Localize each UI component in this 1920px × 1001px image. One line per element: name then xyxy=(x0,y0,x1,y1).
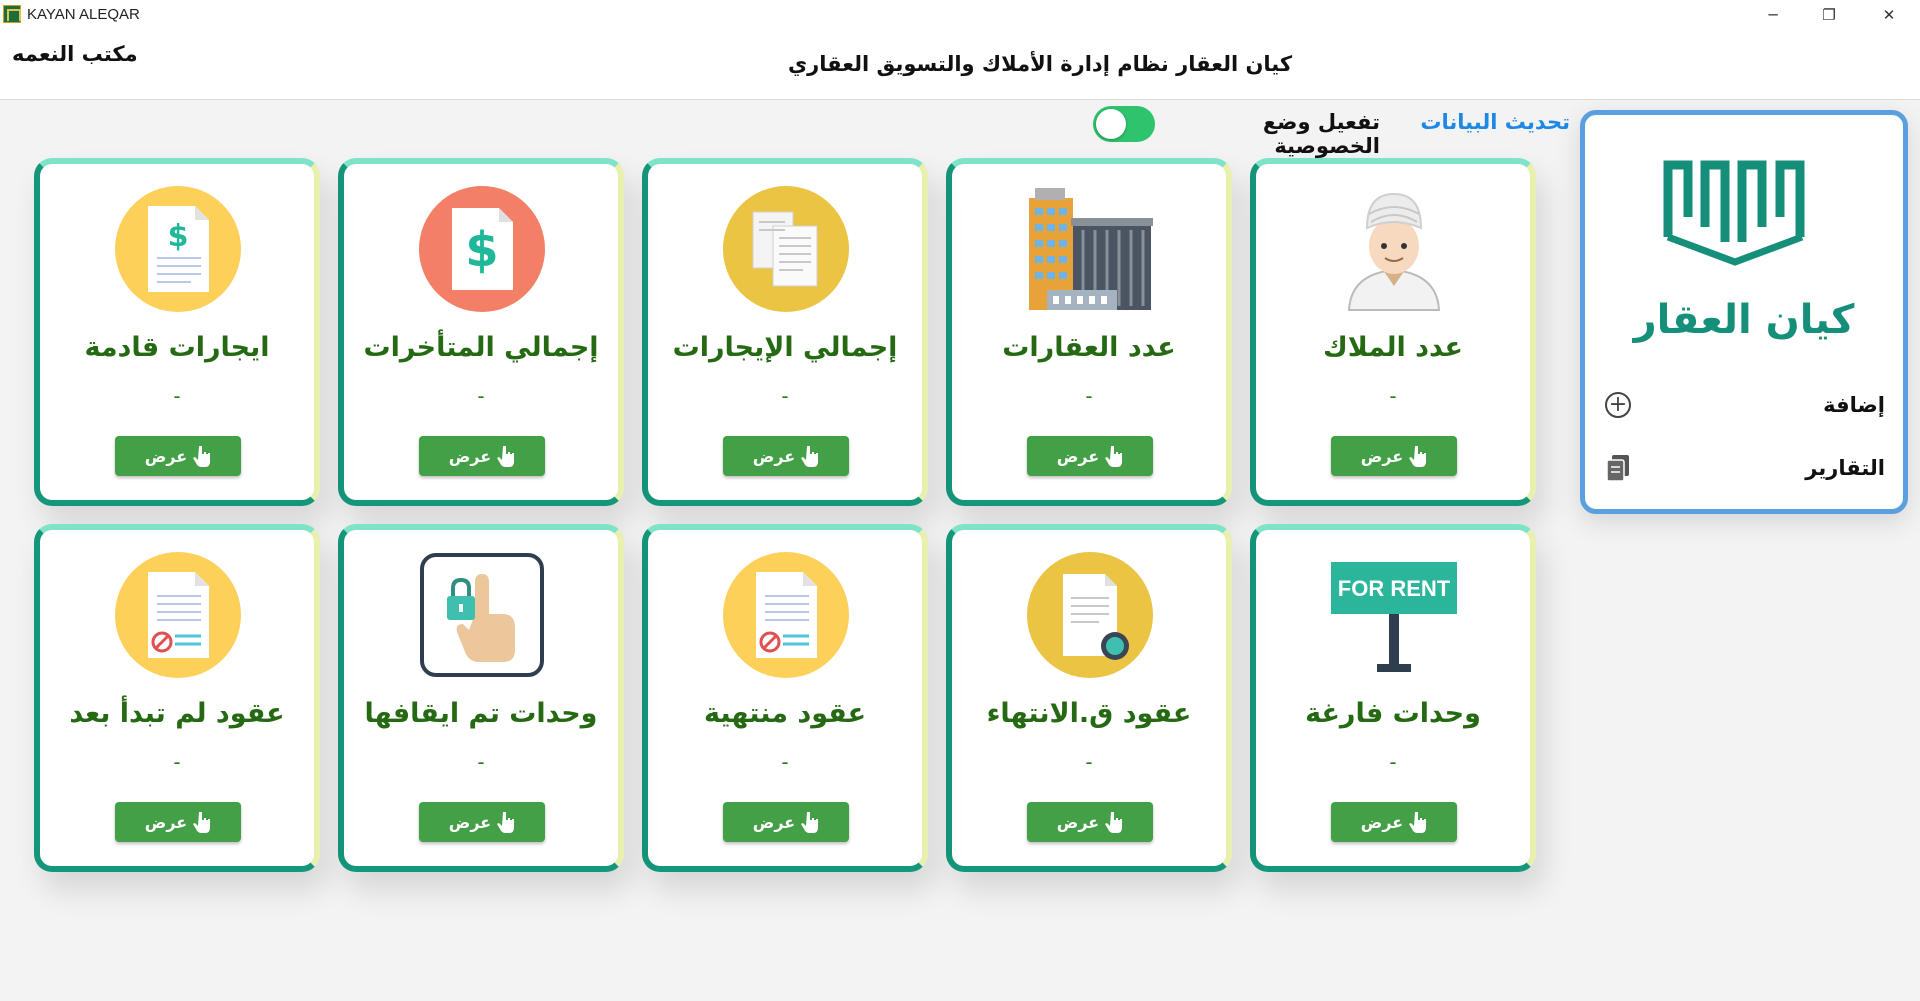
view-button-label: عرض xyxy=(1056,446,1100,466)
view-button-label: عرض xyxy=(144,446,188,466)
card-title: ايجارات قادمة xyxy=(84,332,270,363)
view-vacant-units-button[interactable]: عرض xyxy=(1331,802,1457,842)
for-rent-sign-icon: FOR RENT xyxy=(1331,562,1457,672)
window-title: KAYAN ALEQAR xyxy=(27,6,140,23)
view-properties-button[interactable]: عرض xyxy=(1027,436,1153,476)
documents-icon xyxy=(723,186,849,312)
logo-text: كيان العقار xyxy=(1633,297,1855,343)
menu-item-add[interactable]: + إضافة xyxy=(1605,385,1885,425)
view-button-label: عرض xyxy=(448,446,492,466)
pointer-hand-icon xyxy=(1409,446,1427,467)
locked-hand-icon xyxy=(420,553,544,677)
svg-text:$: $ xyxy=(465,222,498,278)
kayan-logo-icon xyxy=(1663,160,1805,266)
toggle-knob xyxy=(1096,109,1126,139)
card-total-arrears: $ إجمالي المتأخرات - عرض xyxy=(338,158,624,506)
card-owners-count: عدد الملاك - عرض xyxy=(1250,158,1536,506)
card-value: - xyxy=(1389,384,1397,408)
pointer-hand-icon xyxy=(497,812,515,833)
card-value: - xyxy=(477,750,485,774)
view-button-label: عرض xyxy=(144,812,188,832)
window-titlebar: KAYAN ALEQAR ─ ❐ ✕ xyxy=(0,0,1920,30)
pointer-hand-icon xyxy=(497,446,515,467)
app-header: مكتب النعمه كيان العقار نظام إدارة الأمل… xyxy=(0,30,1920,100)
card-suspended-units: وحدات تم ايقافها - عرض xyxy=(338,524,624,872)
menu-item-reports[interactable]: التقارير xyxy=(1605,448,1885,488)
close-button[interactable]: ✕ xyxy=(1861,0,1917,30)
card-value: - xyxy=(173,750,181,774)
menu-item-label: التقارير xyxy=(1805,456,1885,480)
card-title: وحدات فارغة xyxy=(1305,698,1481,729)
pointer-hand-icon xyxy=(801,812,819,833)
plus-circle-icon: + xyxy=(1605,392,1631,418)
privacy-mode-label: تفعيل وضع الخصوصية xyxy=(1262,110,1380,158)
view-total-rents-button[interactable]: عرض xyxy=(723,436,849,476)
card-title: إجمالي الإيجارات xyxy=(672,332,898,363)
card-value: - xyxy=(1085,750,1093,774)
view-expiring-contracts-button[interactable]: عرض xyxy=(1027,802,1153,842)
restore-button[interactable]: ❐ xyxy=(1801,0,1857,30)
pointer-hand-icon xyxy=(193,446,211,467)
minimize-button[interactable]: ─ xyxy=(1745,0,1801,30)
card-vacant-units: FOR RENT وحدات فارغة - عرض xyxy=(1250,524,1536,872)
view-arrears-button[interactable]: عرض xyxy=(419,436,545,476)
card-value: - xyxy=(477,384,485,408)
card-properties-count: عدد العقارات - عرض xyxy=(946,158,1232,506)
view-owners-button[interactable]: عرض xyxy=(1331,436,1457,476)
app-icon xyxy=(3,5,21,23)
card-title: إجمالي المتأخرات xyxy=(363,332,599,363)
menu-item-label: إضافة xyxy=(1823,393,1885,417)
view-suspended-units-button[interactable]: عرض xyxy=(419,802,545,842)
pointer-hand-icon xyxy=(801,446,819,467)
contract-clock-icon xyxy=(1027,552,1153,678)
cancelled-document-icon xyxy=(723,552,849,678)
view-ended-contracts-button[interactable]: عرض xyxy=(723,802,849,842)
pointer-hand-icon xyxy=(1409,812,1427,833)
view-button-label: عرض xyxy=(752,446,796,466)
buildings-icon xyxy=(1029,188,1153,310)
dollar-document-icon: $ xyxy=(419,186,545,312)
card-title: وحدات تم ايقافها xyxy=(364,698,598,729)
card-value: - xyxy=(781,384,789,408)
card-value: - xyxy=(781,750,789,774)
card-title: عدد العقارات xyxy=(1002,332,1176,363)
card-title: عقود لم تبدأ بعد xyxy=(69,698,285,729)
card-title: عدد الملاك xyxy=(1322,332,1464,363)
card-value: - xyxy=(1085,384,1093,408)
view-button-label: عرض xyxy=(752,812,796,832)
view-upcoming-rents-button[interactable]: عرض xyxy=(115,436,241,476)
pointer-hand-icon xyxy=(1105,812,1123,833)
view-button-label: عرض xyxy=(1056,812,1100,832)
view-button-label: عرض xyxy=(448,812,492,832)
card-title: عقود ق.الانتهاء xyxy=(986,698,1192,729)
pointer-hand-icon xyxy=(193,812,211,833)
privacy-mode-toggle[interactable] xyxy=(1093,106,1155,142)
cancelled-document-icon xyxy=(115,552,241,678)
pointer-hand-icon xyxy=(1105,446,1123,467)
card-total-rents: إجمالي الإيجارات - عرض xyxy=(642,158,928,506)
view-button-label: عرض xyxy=(1360,446,1404,466)
card-expiring-contracts: عقود ق.الانتهاء - عرض xyxy=(946,524,1232,872)
view-not-started-contracts-button[interactable]: عرض xyxy=(115,802,241,842)
card-value: - xyxy=(173,384,181,408)
svg-text:$: $ xyxy=(168,219,189,254)
system-title: كيان العقار نظام إدارة الأملاك والتسويق … xyxy=(787,52,1293,76)
refresh-data-link[interactable]: تحديث البيانات xyxy=(1420,110,1570,134)
for-rent-sign-text: FOR RENT xyxy=(1338,576,1451,601)
owner-person-icon xyxy=(1347,192,1441,311)
card-upcoming-rents: $ ايجارات قادمة - عرض xyxy=(34,158,320,506)
card-value: - xyxy=(1389,750,1397,774)
view-button-label: عرض xyxy=(1360,812,1404,832)
dollar-document-icon: $ xyxy=(115,186,241,312)
documents-icon xyxy=(1606,455,1629,482)
card-ended-contracts: عقود منتهية - عرض xyxy=(642,524,928,872)
card-not-started-contracts: عقود لم تبدأ بعد - عرض xyxy=(34,524,320,872)
card-title: عقود منتهية xyxy=(703,698,867,729)
side-panel: كيان العقار + إضافة التقارير xyxy=(1580,110,1908,514)
